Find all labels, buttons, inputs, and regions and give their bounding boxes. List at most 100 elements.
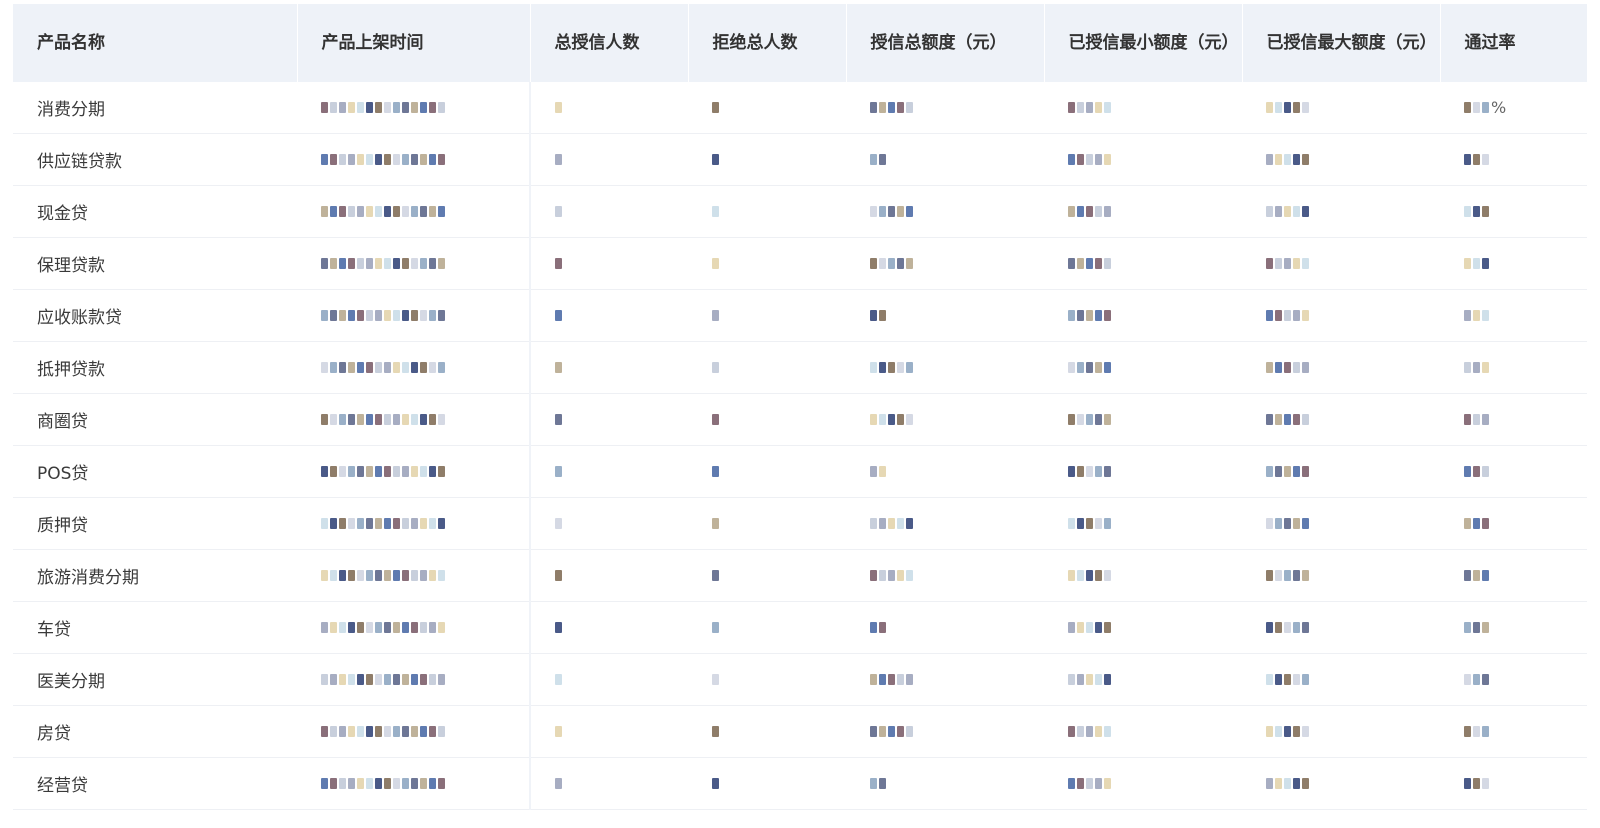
product-name-cell: 保理贷款 [13, 237, 297, 290]
product-name-cell: 医美分期 [13, 653, 297, 706]
redaction-pixel [1482, 518, 1489, 529]
redaction-pixel [1293, 778, 1300, 789]
redaction-pixel [321, 154, 328, 165]
redaction-pixel [1464, 466, 1471, 477]
table-row[interactable]: 医美分期 [13, 653, 1587, 706]
table-row[interactable]: 现金贷 [13, 185, 1587, 238]
redaction-pixel [357, 674, 364, 685]
redaction-pixel [348, 674, 355, 685]
redaction-pixel [1266, 310, 1273, 321]
redaction-pixel [1473, 674, 1480, 685]
redacted-value [321, 206, 445, 217]
redaction-pixel [555, 102, 562, 113]
redaction-pixel [1302, 570, 1309, 581]
product-name-cell: 消费分期 [13, 82, 297, 134]
redaction-pixel [1473, 622, 1480, 633]
header-product-name[interactable]: 产品名称 [13, 4, 298, 82]
redaction-pixel [1266, 414, 1273, 425]
redaction-pixel [384, 310, 391, 321]
redaction-pixel [1464, 622, 1471, 633]
header-total-rejected[interactable]: 拒绝总人数 [688, 4, 847, 82]
redaction-pixel [1095, 674, 1102, 685]
redaction-pixel [411, 778, 418, 789]
total-approved-cell [530, 82, 688, 134]
redaction-pixel [897, 362, 904, 373]
min-credit-amount-cell [1044, 82, 1242, 134]
total-rejected-cell [688, 653, 846, 706]
pass-rate-cell [1440, 757, 1587, 810]
redaction-pixel [429, 258, 436, 269]
total-rejected-cell [688, 601, 846, 654]
redaction-pixel [375, 570, 382, 581]
header-listing-time[interactable]: 产品上架时间 [297, 4, 531, 82]
redaction-pixel [712, 778, 719, 789]
redaction-pixel [897, 258, 904, 269]
pass-rate-cell [1440, 133, 1587, 186]
redaction-pixel [870, 726, 877, 737]
redaction-pixel [357, 622, 364, 633]
table-row[interactable]: 商圈贷 [13, 393, 1587, 446]
table-row[interactable]: 应收账款贷 [13, 289, 1587, 342]
redaction-pixel [1275, 258, 1282, 269]
redaction-pixel [897, 206, 904, 217]
redaction-pixel [1068, 362, 1075, 373]
redacted-value [1464, 362, 1489, 373]
total-rejected-cell [688, 393, 846, 446]
redaction-pixel [1086, 466, 1093, 477]
redacted-value [1068, 466, 1111, 477]
redaction-pixel [375, 102, 382, 113]
table-row[interactable]: 车贷 [13, 601, 1587, 654]
redaction-pixel [712, 310, 719, 321]
total-approved-cell [530, 653, 688, 706]
redaction-pixel [348, 466, 355, 477]
redaction-pixel [1464, 518, 1471, 529]
redaction-pixel [1293, 518, 1300, 529]
redaction-pixel [1068, 258, 1075, 269]
redaction-pixel [1095, 362, 1102, 373]
redaction-pixel [1284, 258, 1291, 269]
header-total-credit-amount[interactable]: 授信总额度（元） [846, 4, 1045, 82]
redaction-pixel [339, 570, 346, 581]
redaction-pixel [1302, 102, 1309, 113]
listing-time-cell [297, 289, 531, 342]
table-row[interactable]: 供应链贷款 [13, 133, 1587, 186]
product-name-cell: 抵押贷款 [13, 341, 297, 394]
max-credit-amount-cell [1242, 705, 1440, 758]
table-row[interactable]: 质押贷 [13, 497, 1587, 550]
redaction-pixel [870, 258, 877, 269]
redacted-value [1068, 154, 1111, 165]
redaction-pixel [1068, 310, 1075, 321]
redacted-value [321, 622, 445, 633]
header-max-credit-amount[interactable]: 已授信最大额度（元） [1242, 4, 1441, 82]
table-row[interactable]: 保理贷款 [13, 237, 1587, 290]
table-row[interactable]: 抵押贷款 [13, 341, 1587, 394]
redacted-value [870, 258, 913, 269]
table-row[interactable]: 消费分期% [13, 82, 1587, 134]
product-name-cell: 应收账款贷 [13, 289, 297, 342]
redaction-pixel [1086, 258, 1093, 269]
header-pass-rate[interactable]: 通过率 [1440, 4, 1587, 82]
table-row[interactable]: 经营贷 [13, 757, 1587, 810]
total-credit-amount-cell [846, 757, 1044, 810]
table-row[interactable]: 旅游消费分期 [13, 549, 1587, 602]
header-total-approved[interactable]: 总授信人数 [530, 4, 689, 82]
listing-time-cell [297, 393, 531, 446]
table-row[interactable]: POS贷 [13, 445, 1587, 498]
redaction-pixel [411, 362, 418, 373]
max-credit-amount-cell [1242, 393, 1440, 446]
total-approved-cell [530, 393, 688, 446]
redaction-pixel [1077, 414, 1084, 425]
redaction-pixel [339, 726, 346, 737]
redaction-pixel [1077, 570, 1084, 581]
listing-time-cell [297, 133, 531, 186]
redaction-pixel [402, 674, 409, 685]
redaction-pixel [366, 258, 373, 269]
redacted-value [555, 466, 562, 477]
redaction-pixel [438, 726, 445, 737]
redaction-pixel [1095, 154, 1102, 165]
redaction-pixel [1104, 102, 1111, 113]
header-min-credit-amount[interactable]: 已授信最小额度（元） [1044, 4, 1243, 82]
redaction-pixel [1284, 674, 1291, 685]
redaction-pixel [357, 362, 364, 373]
table-row[interactable]: 房贷 [13, 705, 1587, 758]
